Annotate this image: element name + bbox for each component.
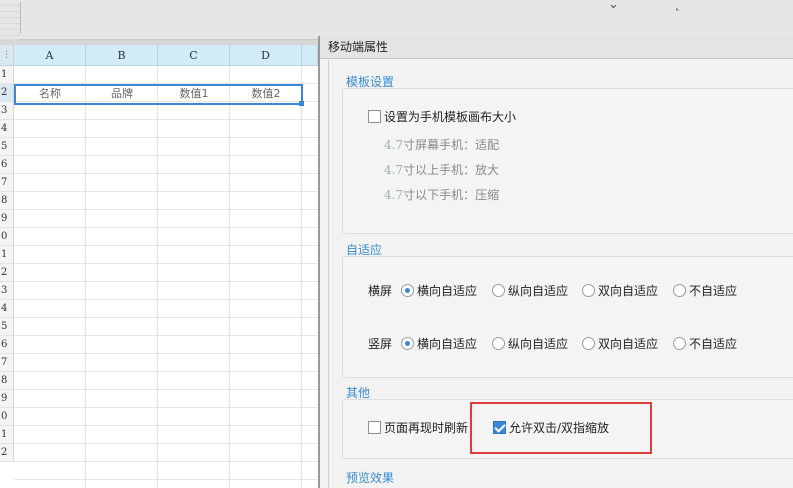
portrait-none-label[interactable]: 不自适应 <box>689 335 737 352</box>
portrait-none-radio[interactable] <box>673 337 686 350</box>
note-smaller-screen: 4.7寸以下手机：压缩 <box>384 186 499 203</box>
toolbar-glyph-icon-2: ˛ <box>674 0 681 12</box>
selection-range <box>14 84 303 105</box>
landscape-vertical-radio[interactable] <box>492 284 505 297</box>
toolbar-glyph-icon: ⌄ <box>608 0 619 12</box>
portrait-horizontal-label[interactable]: 横向自适应 <box>417 335 477 352</box>
mobile-template-label[interactable]: 设置为手机模板画布大小 <box>384 108 516 125</box>
row-header[interactable]: 9 <box>0 210 14 228</box>
toolbar-divider <box>20 2 21 34</box>
row-header[interactable]: 6 <box>0 336 14 354</box>
mobile-template-checkbox[interactable] <box>368 110 381 123</box>
row-header[interactable]: 3 <box>0 282 14 300</box>
refresh-on-reappear-checkbox[interactable] <box>368 421 381 434</box>
cell-grid[interactable] <box>14 66 318 488</box>
landscape-none-label[interactable]: 不自适应 <box>689 282 737 299</box>
panel-title: 移动端属性 <box>320 36 793 59</box>
row-header[interactable]: 5 <box>0 138 14 156</box>
adaptive-section <box>342 256 793 378</box>
row-header[interactable]: 8 <box>0 192 14 210</box>
row-header[interactable]: 5 <box>0 318 14 336</box>
landscape-vertical-label[interactable]: 纵向自适应 <box>508 282 568 299</box>
vertical-ruler <box>0 0 20 40</box>
note-text: 寸以下手机：压缩 <box>403 188 500 202</box>
portrait-both-radio[interactable] <box>582 337 595 350</box>
refresh-on-reappear-label[interactable]: 页面再现时刷新 <box>384 419 468 436</box>
landscape-horizontal-radio[interactable] <box>401 284 414 297</box>
row-header[interactable]: 4 <box>0 120 14 138</box>
row-header[interactable]: 2 <box>0 264 14 282</box>
note-larger-screen: 4.7寸以上手机：放大 <box>384 161 499 178</box>
portrait-both-label[interactable]: 双向自适应 <box>598 335 658 352</box>
row-header[interactable]: 4 <box>0 300 14 318</box>
column-header-d[interactable]: D <box>230 45 302 66</box>
note-text: 寸以上手机：放大 <box>403 163 500 177</box>
portrait-vertical-label[interactable]: 纵向自适应 <box>508 335 568 352</box>
spreadsheet[interactable]: ⋮ A B C D 1 2 3 4 5 6 7 8 9 0 1 2 3 4 5 … <box>0 45 318 488</box>
highlight-annotation-frame <box>470 402 652 454</box>
row-header[interactable]: 7 <box>0 354 14 372</box>
landscape-both-radio[interactable] <box>582 284 595 297</box>
select-all-corner[interactable]: ⋮ <box>0 45 14 66</box>
landscape-none-radio[interactable] <box>673 284 686 297</box>
landscape-both-label[interactable]: 双向自适应 <box>598 282 658 299</box>
note-size: 4.7 <box>384 163 404 177</box>
note-text: 寸屏幕手机：适配 <box>403 138 500 152</box>
row-header[interactable]: 1 <box>0 66 14 84</box>
landscape-label: 横屏 <box>368 284 393 298</box>
note-size: 4.7 <box>384 138 404 152</box>
portrait-label: 竖屏 <box>368 337 393 351</box>
preview-section-title: 预览效果 <box>346 471 395 485</box>
column-header-b[interactable]: B <box>86 45 158 66</box>
portrait-vertical-radio[interactable] <box>492 337 505 350</box>
row-header[interactable]: 9 <box>0 390 14 408</box>
top-toolbar: ⌄ ˛ <box>0 0 793 40</box>
column-header-a[interactable]: A <box>14 45 86 66</box>
row-header[interactable]: 2 <box>0 444 14 462</box>
row-header[interactable]: 2 <box>0 84 14 102</box>
row-header[interactable]: 1 <box>0 426 14 444</box>
row-header[interactable]: 1 <box>0 246 14 264</box>
note-standard-screen: 4.7寸屏幕手机：适配 <box>384 136 499 153</box>
row-header[interactable]: 0 <box>0 228 14 246</box>
row-header[interactable]: 7 <box>0 174 14 192</box>
row-header[interactable]: 3 <box>0 102 14 120</box>
portrait-horizontal-radio[interactable] <box>401 337 414 350</box>
row-header[interactable]: 6 <box>0 156 14 174</box>
column-header-c[interactable]: C <box>158 45 230 66</box>
row-header[interactable]: 0 <box>0 408 14 426</box>
fill-handle[interactable] <box>299 101 304 106</box>
column-header-e[interactable] <box>302 45 318 66</box>
note-size: 4.7 <box>384 188 404 202</box>
row-header[interactable]: 8 <box>0 372 14 390</box>
landscape-horizontal-label[interactable]: 横向自适应 <box>417 282 477 299</box>
